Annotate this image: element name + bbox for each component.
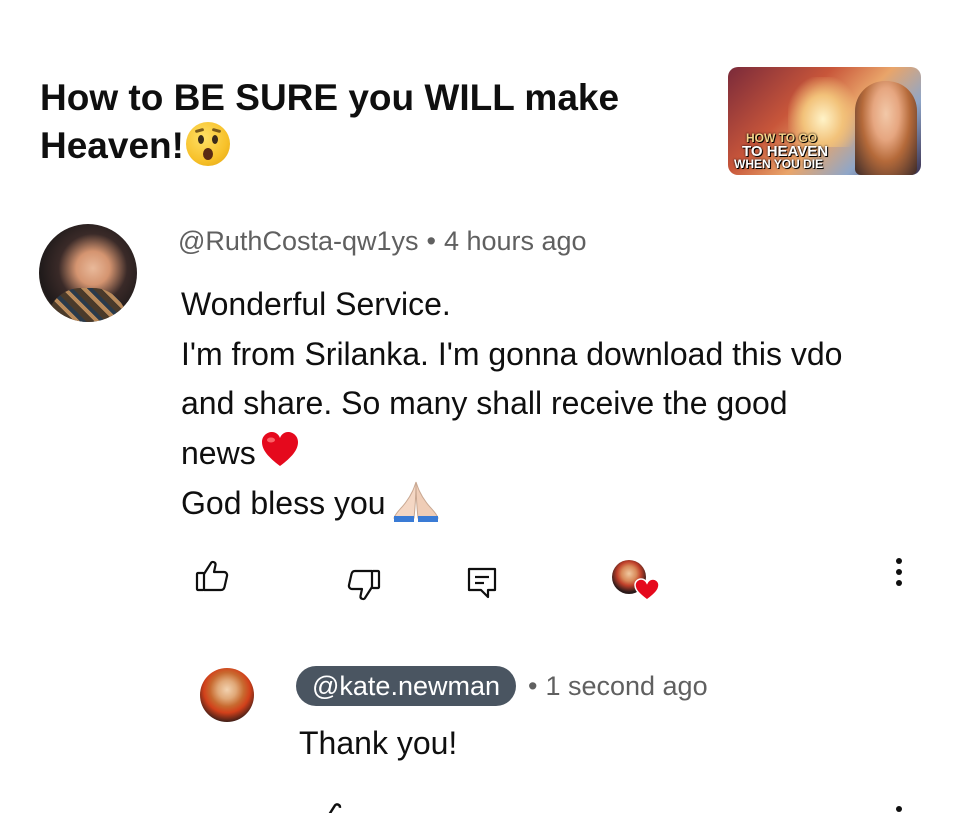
- dislike-button[interactable]: [346, 568, 382, 604]
- reply-button[interactable]: [466, 566, 498, 600]
- reply-meta: @kate.newman • 1 second ago: [296, 666, 708, 706]
- meta-separator: •: [426, 226, 436, 256]
- thumbnail-text-line-3: WHEN YOU DIE: [734, 157, 824, 171]
- comment-text: Wonderful Service. I'm from Srilanka. I'…: [181, 280, 941, 529]
- reply-author-handle-chip[interactable]: @kate.newman: [296, 666, 516, 706]
- creator-heart-badge[interactable]: [612, 560, 660, 602]
- thumbnail-presenter-image: [855, 81, 917, 175]
- reply-timestamp[interactable]: 1 second ago: [545, 671, 707, 702]
- red-heart-icon: [634, 578, 660, 601]
- comment-more-button[interactable]: [886, 556, 912, 590]
- video-thumbnail[interactable]: HOW TO GO TO HEAVEN WHEN YOU DIE: [728, 67, 921, 175]
- comment-author-handle[interactable]: @RuthCosta-qw1ys: [178, 226, 419, 256]
- reply-author-avatar[interactable]: [200, 668, 254, 722]
- comment-author-avatar[interactable]: [39, 224, 137, 322]
- reply-comment-icon: [467, 567, 497, 599]
- comment-line-3: and share. So many shall receive the goo…: [181, 385, 788, 421]
- comment-line-2: I'm from Srilanka. I'm gonna download th…: [181, 335, 843, 372]
- reply-more-button-partial[interactable]: [894, 802, 904, 813]
- comment-line-1: Wonderful Service.: [181, 286, 451, 322]
- thumbs-down-icon: [347, 569, 381, 601]
- reply-like-button-partial[interactable]: [316, 800, 356, 813]
- comment-line-4: news: [181, 434, 256, 471]
- astonished-face-emoji: [185, 122, 230, 166]
- thumbnail-overlay-text: HOW TO GO TO HEAVEN WHEN YOU DIE: [734, 132, 828, 171]
- comment-meta: @RuthCosta-qw1ys • 4 hours ago: [178, 226, 587, 257]
- thumbs-up-icon: [328, 803, 342, 813]
- comment-timestamp[interactable]: 4 hours ago: [444, 226, 587, 256]
- more-vertical-icon: [896, 558, 902, 586]
- folded-hands-emoji: [392, 481, 439, 522]
- video-title-text: How to BE SURE you WILL make Heaven!: [40, 77, 620, 166]
- reply-text: Thank you!: [299, 725, 458, 761]
- comment-line-5: God bless you: [181, 485, 386, 521]
- reply-meta-separator: •: [528, 670, 538, 701]
- more-vertical-icon: [896, 806, 902, 812]
- thumbs-up-icon: [195, 560, 229, 592]
- video-title[interactable]: How to BE SURE you WILL make Heaven!: [40, 74, 680, 170]
- red-heart-emoji: [261, 431, 298, 466]
- like-button[interactable]: [194, 558, 230, 594]
